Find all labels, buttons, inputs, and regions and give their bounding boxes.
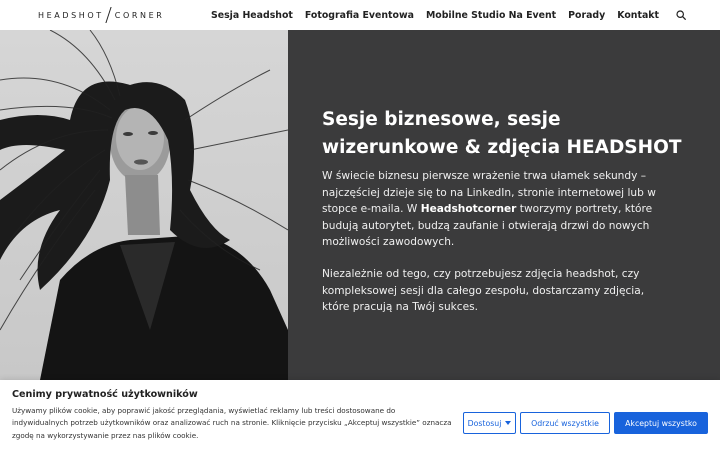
caret-down-icon [505,421,512,425]
hero-section: Sesje biznesowe, sesje wizerunkowe & zdj… [0,30,720,380]
hero-title: Sesje biznesowe, sesje wizerunkowe & zdj… [322,109,682,158]
hero-paragraph-1: W świecie biznesu pierwsze wrażenie trwa… [322,168,672,251]
cookie-consent-banner: Cenimy prywatność użytkowników Używamy p… [0,380,720,450]
main-nav: Sesja Headshot Fotografia Eventowa Mobil… [199,0,688,30]
hero-portrait-image [0,30,288,380]
logo-text-right: CORNER [114,10,165,20]
search-icon[interactable] [674,8,688,22]
nav-item-porady[interactable]: Porady [568,10,605,21]
cookie-title: Cenimy prywatność użytkowników [12,389,198,400]
site-logo[interactable]: HEADSHOT CORNER [38,7,164,23]
nav-item-mobilne-studio[interactable]: Mobilne Studio Na Event [426,10,556,21]
nav-item-sesja-headshot[interactable]: Sesja Headshot [211,10,293,21]
accept-all-button[interactable]: Akceptuj wszystko [614,412,708,434]
logo-slash [105,7,112,23]
reject-all-button[interactable]: Odrzuć wszystkie [520,412,610,434]
hero-p1-brand: Headshotcorner [420,203,517,216]
customize-button[interactable]: Dostosuj [463,412,516,434]
cookie-description: Używamy plików cookie, aby poprawić jako… [12,406,452,440]
site-header: HEADSHOT CORNER Sesja Headshot Fotografi… [0,0,720,30]
nav-item-kontakt[interactable]: Kontakt [617,10,659,21]
customize-button-label: Dostosuj [467,418,502,428]
logo-text-left: HEADSHOT [38,10,104,20]
hero-paragraph-2: Niezależnie od tego, czy potrzebujesz zd… [322,268,645,314]
hero-text-panel: Sesje biznesowe, sesje wizerunkowe & zdj… [288,30,720,380]
nav-item-fotografia-eventowa[interactable]: Fotografia Eventowa [305,10,414,21]
